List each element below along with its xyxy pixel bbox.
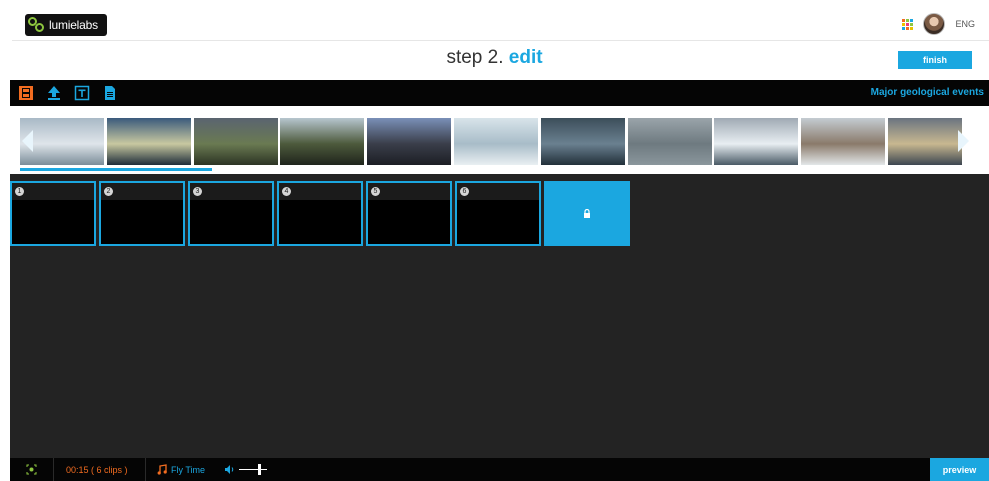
clip-thumbnail[interactable] — [540, 118, 625, 165]
document-icon[interactable] — [102, 85, 118, 101]
footer-bar: 00:15 ( 6 clips ) Fly Time preview — [10, 458, 989, 481]
text-icon[interactable] — [74, 85, 90, 101]
slot-number: 5 — [371, 187, 380, 196]
slot-number: 2 — [104, 187, 113, 196]
upload-icon[interactable] — [46, 85, 62, 101]
apps-grid-dot — [910, 26, 914, 30]
timeline-slot[interactable]: 4 — [277, 181, 363, 246]
apps-grid-dot — [902, 26, 906, 30]
clips-strip — [10, 106, 989, 174]
logo-mark-icon — [28, 17, 46, 33]
film-icon[interactable] — [18, 85, 34, 101]
footer-divider — [53, 458, 54, 481]
timeline-slot[interactable]: 3 — [188, 181, 274, 246]
step-label: step 2. — [446, 47, 504, 68]
timeline: 1 2 3 4 5 6 — [10, 174, 989, 458]
clip-thumbnail[interactable] — [714, 118, 799, 165]
footer-divider — [145, 458, 146, 481]
apps-grid-dot — [906, 18, 910, 22]
preview-button[interactable]: preview — [930, 458, 989, 481]
clip-count: ( 6 clips ) — [91, 465, 128, 475]
clip-thumbnail[interactable] — [106, 118, 191, 165]
slot-header: 6 — [457, 183, 539, 200]
slot-header: 3 — [190, 183, 272, 200]
slot-header: 5 — [368, 183, 450, 200]
slot-header: 2 — [101, 183, 183, 200]
lumielabs-logo[interactable]: lumielabs — [25, 14, 107, 36]
clip-thumbnail[interactable] — [193, 118, 278, 165]
duration-readout: 00:15 ( 6 clips ) — [66, 465, 128, 475]
clip-thumbnail[interactable] — [454, 118, 538, 165]
apps-grid-dot — [902, 18, 906, 22]
volume-slider-track[interactable] — [239, 469, 267, 470]
header-divider — [12, 40, 989, 41]
slot-number: 6 — [460, 187, 469, 196]
clip-thumbnail[interactable] — [367, 118, 452, 165]
project-title[interactable]: Major geological events — [871, 87, 984, 98]
volume-icon[interactable] — [224, 464, 235, 475]
clip-thumbnail[interactable] — [888, 118, 962, 165]
apps-grid-dot — [910, 18, 914, 22]
step-name: edit — [508, 47, 543, 68]
apps-grid-dot — [910, 22, 914, 26]
music-title[interactable]: Fly Time — [171, 465, 205, 475]
editor-toolbar: Major geological events — [10, 80, 989, 106]
apps-grid-dot — [906, 22, 910, 26]
timeline-slot[interactable]: 1 — [10, 181, 96, 246]
clip-thumbnail[interactable] — [801, 118, 886, 165]
strip-scroll-indicator[interactable] — [20, 168, 212, 171]
volume-slider-handle[interactable] — [258, 464, 261, 475]
language-selector[interactable]: ENG — [955, 19, 975, 29]
locked-slot[interactable] — [544, 181, 630, 246]
timeline-slot[interactable]: 5 — [366, 181, 452, 246]
slot-number: 1 — [15, 187, 24, 196]
apps-grid-dot — [906, 26, 910, 30]
user-area: ENG — [902, 12, 975, 36]
scroll-right-arrow-icon[interactable] — [958, 130, 969, 152]
slot-number: 3 — [193, 187, 202, 196]
finish-button[interactable]: finish — [898, 51, 972, 69]
duration-time: 00:15 — [66, 465, 89, 475]
apps-grid-dot — [902, 22, 906, 26]
scroll-left-arrow-icon[interactable] — [22, 130, 33, 152]
timeline-slot[interactable]: 2 — [99, 181, 185, 246]
clip-thumbnail[interactable] — [280, 118, 365, 165]
logo-text: lumielabs — [49, 18, 98, 32]
clip-thumbnail[interactable] — [627, 118, 712, 165]
music-note-icon[interactable] — [157, 464, 167, 475]
apps-grid-icon[interactable] — [902, 18, 914, 30]
slot-number: 4 — [282, 187, 291, 196]
slot-header: 1 — [12, 183, 94, 200]
lock-icon — [584, 209, 590, 218]
avatar[interactable] — [923, 13, 946, 35]
slot-header: 4 — [279, 183, 361, 200]
timeline-slot[interactable]: 6 — [455, 181, 541, 246]
fullscreen-icon[interactable] — [26, 464, 37, 475]
top-bar: lumielabs ENG — [0, 0, 989, 40]
page-title: step 2. edit — [0, 47, 989, 69]
